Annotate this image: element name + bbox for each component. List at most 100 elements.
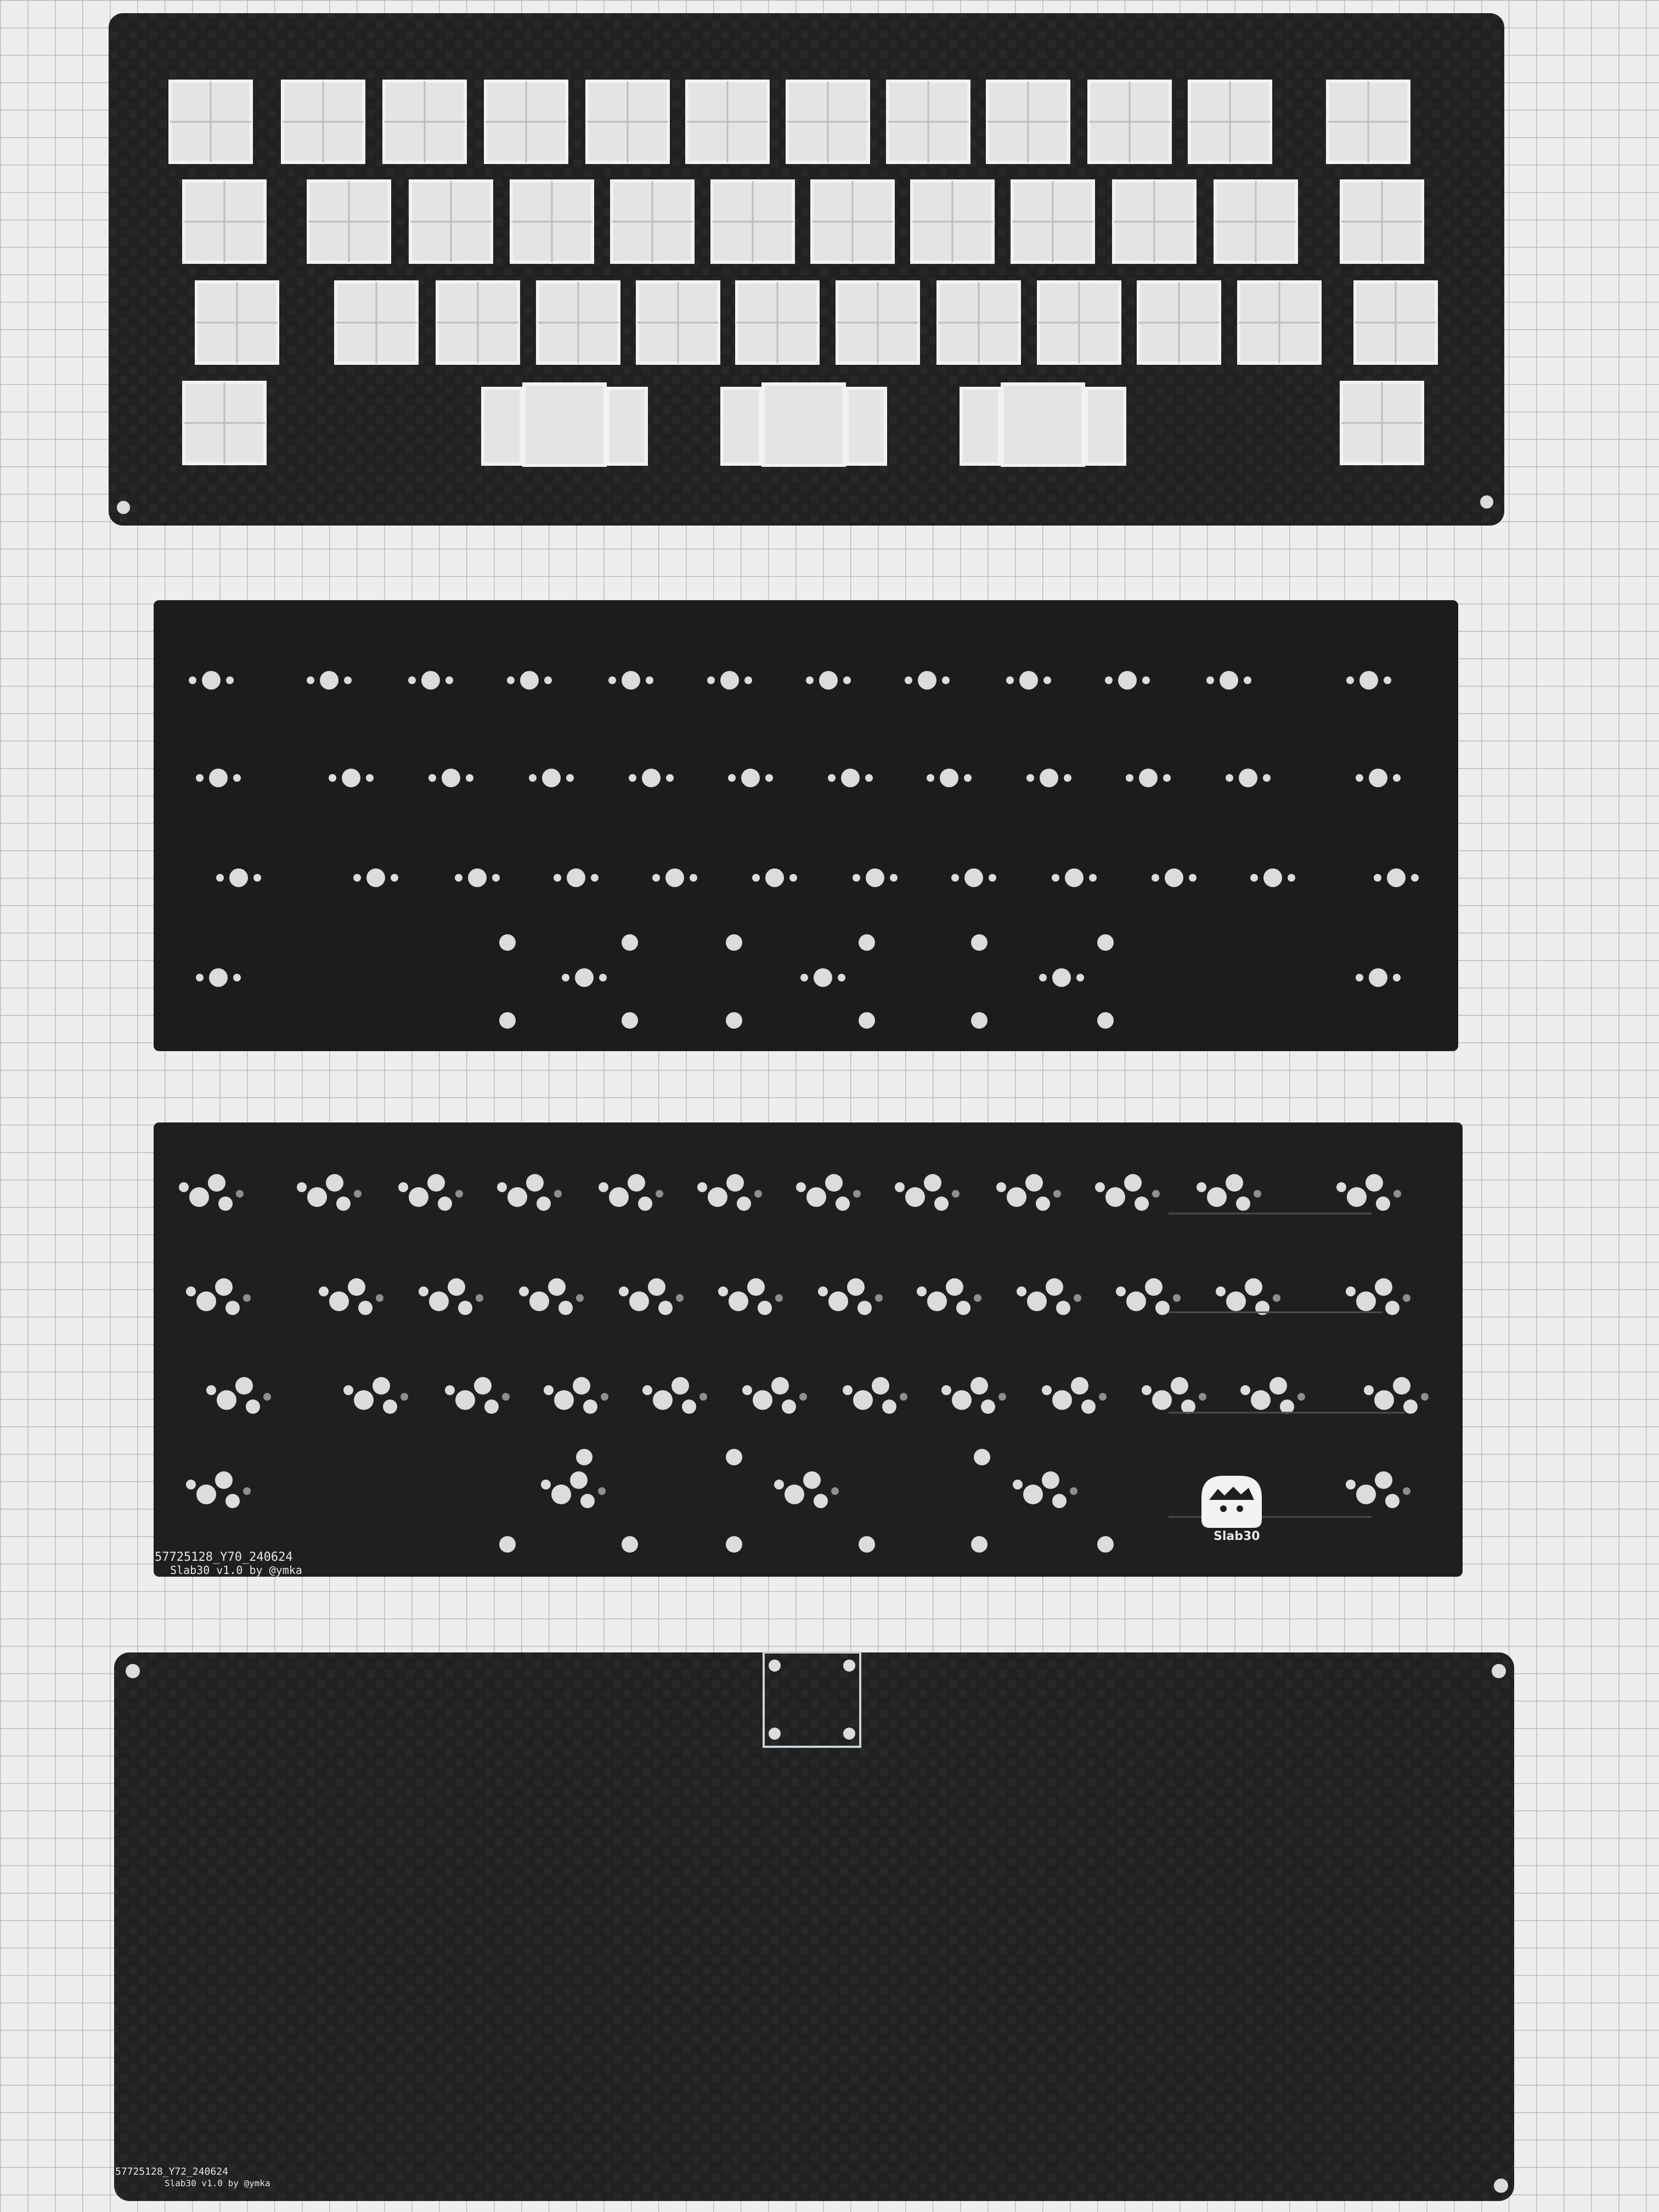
foam-hole-small xyxy=(1152,874,1159,882)
footprint-pin xyxy=(843,1385,853,1395)
footprint-pin xyxy=(1142,1385,1152,1395)
footprint-pin xyxy=(1236,1197,1250,1211)
switch-cutout xyxy=(986,80,1070,164)
footprint-pin xyxy=(1042,1385,1052,1395)
footprint-pin xyxy=(1393,1377,1410,1395)
footprint-pin xyxy=(658,1301,673,1315)
foam-hole-small xyxy=(1142,676,1150,684)
foam-hole-small xyxy=(1411,874,1419,882)
footprint-via xyxy=(601,1393,608,1401)
foam-hole-small xyxy=(1288,874,1295,882)
pcb-stab-hole xyxy=(971,1536,988,1553)
footprint-pin xyxy=(1152,1390,1172,1410)
footprint-via xyxy=(1070,1487,1077,1495)
footprint-pin xyxy=(1365,1174,1383,1192)
foam-hole-small xyxy=(843,676,851,684)
switch-cutout xyxy=(168,80,253,164)
footprint-via xyxy=(1254,1190,1261,1198)
foam-hole-small xyxy=(800,974,808,981)
mount-hole xyxy=(843,1660,855,1672)
footprint-pin xyxy=(629,1291,649,1311)
foam-hole-small xyxy=(329,774,336,782)
switch-cutout xyxy=(810,179,895,264)
foam-hole-small xyxy=(1263,774,1271,782)
footprint-via xyxy=(998,1393,1006,1401)
switch-cutout xyxy=(382,80,467,164)
foam-hole-large xyxy=(366,868,385,887)
footprint-via xyxy=(900,1393,907,1401)
stab-center xyxy=(1001,382,1085,467)
footprint-via xyxy=(455,1190,463,1198)
foam-hole-large xyxy=(1369,769,1387,787)
foam-stab-hole xyxy=(622,934,638,951)
footprint-via xyxy=(1297,1393,1305,1401)
foam-hole-small xyxy=(1250,874,1258,882)
foam-hole-large xyxy=(320,671,338,690)
footprint-via xyxy=(502,1393,510,1401)
foam-layer xyxy=(154,600,1458,1051)
stabilizer-cutout xyxy=(481,382,648,467)
footprint-pin xyxy=(1025,1174,1043,1192)
footprint-via xyxy=(1099,1393,1107,1401)
foam-hole-small xyxy=(507,676,515,684)
foam-hole-large xyxy=(814,968,832,987)
stab-right xyxy=(1085,387,1126,466)
switch-cutout xyxy=(182,179,267,264)
stab-right xyxy=(845,387,887,466)
footprint-via xyxy=(1053,1190,1061,1198)
foam-hole-large xyxy=(1387,868,1406,887)
footprint-pin xyxy=(186,1480,196,1489)
foam-hole-small xyxy=(216,874,224,882)
foam-hole-large xyxy=(964,868,983,887)
foam-stab-hole xyxy=(971,1012,988,1029)
foam-hole-small xyxy=(1206,676,1214,684)
footprint-pin xyxy=(225,1494,240,1508)
footprint-pin xyxy=(1042,1471,1059,1489)
footprint-pin xyxy=(1013,1480,1023,1489)
bottom-plate-name: Slab30 v1.0 by @ymka xyxy=(165,2178,270,2188)
foam-hole-small xyxy=(196,774,204,782)
footprint-pin xyxy=(782,1400,796,1414)
foam-hole-large xyxy=(866,868,884,887)
footprint-pin xyxy=(348,1278,365,1296)
footprint-pin xyxy=(383,1400,397,1414)
footprint-pin xyxy=(952,1390,972,1410)
footprint-via xyxy=(1152,1190,1160,1198)
footprint-pin xyxy=(529,1291,549,1311)
foam-stab-hole xyxy=(726,1012,742,1029)
footprint-pin xyxy=(742,1385,752,1395)
footprint-pin xyxy=(1346,1286,1356,1296)
footprint-pin xyxy=(1126,1291,1146,1311)
footprint-pin xyxy=(329,1291,349,1311)
foam-hole-small xyxy=(942,676,950,684)
foam-hole-large xyxy=(940,769,958,787)
foam-hole-small xyxy=(233,774,241,782)
footprint-pin xyxy=(1269,1377,1287,1395)
mount-hole xyxy=(769,1728,781,1740)
footprint-pin xyxy=(818,1286,828,1296)
foam-hole-small xyxy=(989,874,996,882)
footprint-pin xyxy=(729,1291,748,1311)
foam-hole-small xyxy=(544,676,552,684)
footprint-via xyxy=(243,1294,251,1302)
foam-hole-small xyxy=(1226,774,1233,782)
switch-cutout xyxy=(1037,280,1121,365)
mount-hole xyxy=(1480,495,1493,509)
footprint-pin xyxy=(507,1187,527,1207)
footprint-via xyxy=(1393,1190,1401,1198)
footprint-pin xyxy=(1027,1291,1047,1311)
foam-hole-small xyxy=(1006,676,1014,684)
footprint-pin xyxy=(1081,1400,1096,1414)
foam-hole-small xyxy=(1064,774,1071,782)
foam-stab-hole xyxy=(1097,934,1114,951)
switch-cutout xyxy=(484,80,568,164)
footprint-via xyxy=(775,1294,783,1302)
foam-hole-small xyxy=(744,676,752,684)
foam-hole-large xyxy=(720,671,739,690)
footprint-pin xyxy=(1197,1182,1206,1192)
footprint-pin xyxy=(785,1485,804,1504)
foam-hole-large xyxy=(567,868,585,887)
foam-hole-small xyxy=(428,774,436,782)
footprint-pin xyxy=(1245,1278,1262,1296)
footprint-pin xyxy=(458,1301,472,1315)
